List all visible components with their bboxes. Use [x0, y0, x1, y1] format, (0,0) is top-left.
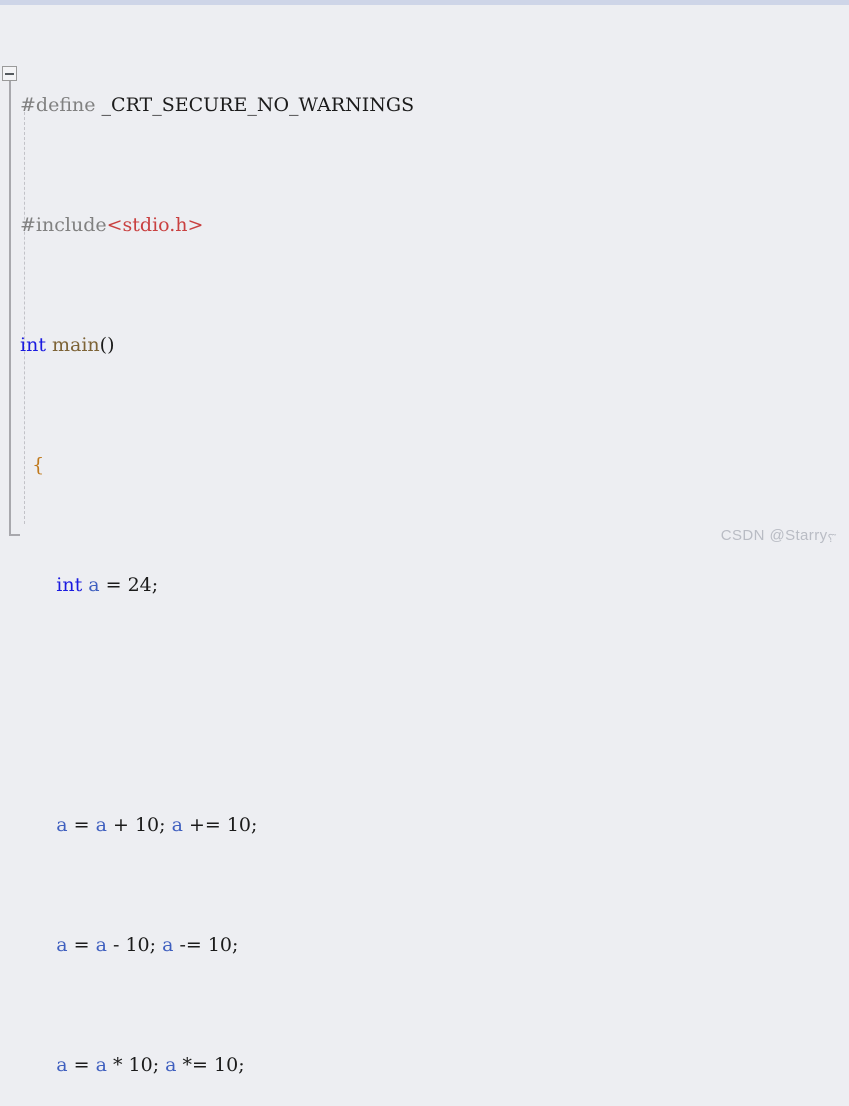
operator-subtract-token: - [112, 934, 120, 956]
code-line-add[interactable]: a = a + 10; a += 10; [0, 810, 849, 840]
assign-operator-token: = [105, 574, 122, 596]
csdn-watermark: CSDN @Starry⸮˜ [720, 527, 836, 545]
variable-a-token: a [171, 814, 183, 836]
semicolon-token: ; [159, 814, 166, 836]
code-editor[interactable]: #define _CRT_SECURE_NO_WARNINGS #include… [0, 0, 849, 1076]
preprocessor-include-token: #include [20, 214, 107, 236]
code-line-open-brace[interactable]: { [0, 450, 849, 480]
variable-a-token: a [95, 934, 107, 956]
semicolon-token: ; [152, 1054, 160, 1076]
function-main-token: main [52, 334, 100, 356]
semicolon-token: ; [151, 574, 159, 596]
code-line-include[interactable]: #include<stdio.h> [0, 210, 849, 240]
operator-multiply-assign-token: *= [182, 1054, 208, 1076]
operator-add-token: + [112, 814, 129, 836]
literal-10-token: 10 [214, 1054, 239, 1076]
variable-a-token: a [56, 814, 68, 836]
preprocessor-define-token: #define [20, 94, 96, 116]
semicolon-token: ; [238, 1054, 245, 1076]
semicolon-token: ; [251, 814, 258, 836]
code-line-subtract[interactable]: a = a - 10; a -= 10; [0, 930, 849, 960]
assign-operator-token: = [73, 814, 90, 836]
literal-24-token: 24 [127, 574, 152, 596]
code-line-declaration[interactable]: int a = 24; [0, 570, 849, 600]
semicolon-token: ; [232, 934, 239, 956]
variable-a-token: a [56, 1054, 68, 1076]
literal-10-token: 10 [128, 1054, 153, 1076]
literal-10-token: 10 [207, 934, 233, 956]
variable-a-token: a [95, 1054, 107, 1076]
variable-a-token: a [95, 814, 107, 836]
keyword-int-token: int [20, 334, 46, 356]
code-content[interactable]: #define _CRT_SECURE_NO_WARNINGS #include… [0, 0, 849, 1106]
brace-open-token: { [32, 454, 45, 476]
assign-operator-token: = [73, 934, 90, 956]
macro-name-token: _CRT_SECURE_NO_WARNINGS [101, 94, 415, 116]
code-line-main[interactable]: int main() [0, 330, 849, 360]
watermark-text: CSDN @Starry [720, 527, 828, 544]
semicolon-token: ; [149, 934, 157, 956]
literal-10-token: 10 [226, 814, 252, 836]
code-line-blank[interactable] [0, 690, 849, 720]
variable-a-token: a [88, 574, 100, 596]
code-line-multiply[interactable]: a = a * 10; a *= 10; [0, 1050, 849, 1080]
operator-multiply-token: * [112, 1054, 123, 1076]
variable-a-token: a [56, 934, 68, 956]
variable-a-token: a [162, 934, 174, 956]
assign-operator-token: = [73, 1054, 90, 1076]
parens-token: () [99, 334, 115, 356]
operator-add-assign-token: += [188, 814, 221, 836]
code-line-define[interactable]: #define _CRT_SECURE_NO_WARNINGS [0, 90, 849, 120]
keyword-int-token: int [56, 574, 83, 596]
operator-subtract-assign-token: -= [179, 934, 202, 956]
watermark-tail: ⸮˜ [827, 533, 835, 545]
literal-10-token: 10 [125, 934, 150, 956]
variable-a-token: a [165, 1054, 177, 1076]
literal-10-token: 10 [134, 814, 160, 836]
include-header-token: <stdio.h> [106, 214, 204, 236]
